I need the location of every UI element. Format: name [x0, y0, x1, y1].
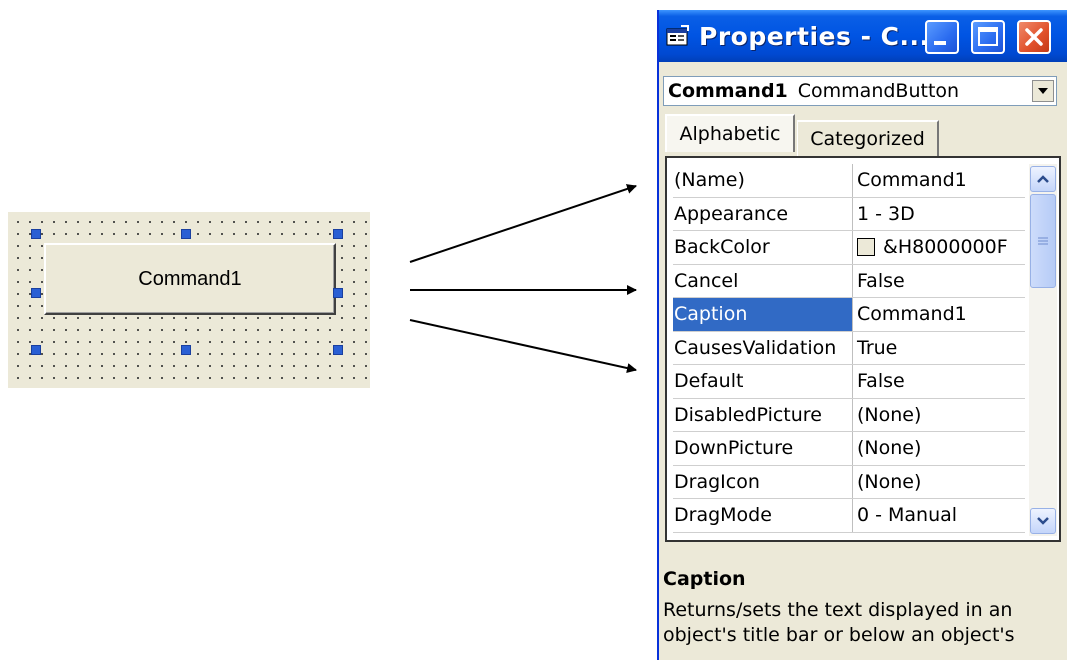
property-row-downpicture[interactable]: DownPicture (None)	[673, 432, 1025, 466]
property-row-caption[interactable]: Caption Command1	[673, 298, 1025, 332]
scroll-down-button[interactable]	[1030, 508, 1056, 534]
property-row-causesvalidation[interactable]: CausesValidation True	[673, 331, 1025, 365]
tab-alphabetic-label: Alphabetic	[679, 123, 781, 145]
grip-icon	[1038, 237, 1048, 245]
property-name: Caption	[673, 298, 853, 331]
backcolor-value: &H8000000F	[883, 236, 1008, 259]
arrow-upper	[409, 184, 637, 263]
property-name: DragMode	[673, 499, 853, 532]
property-row-appearance[interactable]: Appearance 1 - 3D	[673, 197, 1025, 231]
description-title: Caption	[663, 568, 746, 590]
arrow-lower	[409, 319, 637, 373]
property-name: Cancel	[673, 264, 853, 297]
tab-alphabetic[interactable]: Alphabetic	[665, 114, 795, 152]
maximize-button[interactable]	[971, 20, 1005, 54]
tab-categorized[interactable]: Categorized	[797, 120, 939, 156]
property-name: DownPicture	[673, 432, 853, 465]
property-row-dragmode[interactable]: DragMode 0 - Manual	[673, 499, 1025, 533]
property-value[interactable]: (None)	[853, 399, 1025, 432]
property-name: BackColor	[673, 231, 853, 264]
property-value[interactable]: Command1	[853, 164, 1025, 197]
minimize-icon	[934, 41, 946, 45]
properties-window: Properties - C... Command1 CommandButton	[657, 10, 1067, 660]
property-value[interactable]: (None)	[853, 432, 1025, 465]
property-value[interactable]: Command1	[853, 298, 1025, 331]
property-name: (Name)	[673, 164, 853, 197]
property-row-disabledpicture[interactable]: DisabledPicture (None)	[673, 398, 1025, 432]
window-title: Properties - C...	[699, 21, 930, 51]
description-text: Returns/sets the text displayed in an ob…	[663, 599, 1015, 646]
properties-window-icon	[665, 25, 691, 47]
property-name: DragIcon	[673, 465, 853, 498]
property-value[interactable]: True	[853, 332, 1025, 365]
object-selector-dropdown[interactable]	[1032, 80, 1054, 102]
close-icon	[1025, 28, 1043, 46]
property-value[interactable]: (None)	[853, 466, 1025, 499]
scroll-up-icon	[1037, 175, 1049, 183]
property-name: Default	[673, 365, 853, 398]
scroll-down-icon	[1037, 517, 1049, 525]
property-row-dragicon[interactable]: DragIcon (None)	[673, 465, 1025, 499]
property-name: Appearance	[673, 197, 853, 230]
property-value[interactable]: &H8000000F	[853, 231, 1025, 264]
object-selector[interactable]: Command1 CommandButton	[663, 76, 1057, 106]
property-row-backcolor[interactable]: BackColor &H8000000F	[673, 231, 1025, 265]
color-swatch	[857, 238, 875, 257]
chevron-down-icon	[1038, 88, 1048, 94]
vertical-scrollbar[interactable]	[1029, 164, 1057, 536]
property-value[interactable]: False	[853, 365, 1025, 398]
close-button[interactable]	[1017, 20, 1051, 54]
property-value[interactable]: False	[853, 265, 1025, 298]
object-name: Command1	[668, 80, 788, 102]
maximize-icon	[978, 27, 998, 46]
property-grid: (Name) Command1 Appearance 1 - 3D BackCo…	[665, 156, 1061, 542]
title-bar[interactable]: Properties - C...	[659, 10, 1067, 62]
property-value[interactable]: 0 - Manual	[853, 499, 1025, 532]
property-value[interactable]: 1 - 3D	[853, 198, 1025, 231]
property-row-default[interactable]: Default False	[673, 365, 1025, 399]
property-row-cancel[interactable]: Cancel False	[673, 264, 1025, 298]
property-row-name[interactable]: (Name) Command1	[673, 164, 1025, 198]
property-name: DisabledPicture	[673, 398, 853, 431]
scroll-up-button[interactable]	[1030, 166, 1056, 192]
property-name: CausesValidation	[673, 331, 853, 364]
object-type: CommandButton	[797, 80, 960, 102]
minimize-button[interactable]	[925, 20, 959, 54]
scroll-thumb[interactable]	[1030, 194, 1056, 288]
tab-categorized-label: Categorized	[810, 128, 925, 150]
